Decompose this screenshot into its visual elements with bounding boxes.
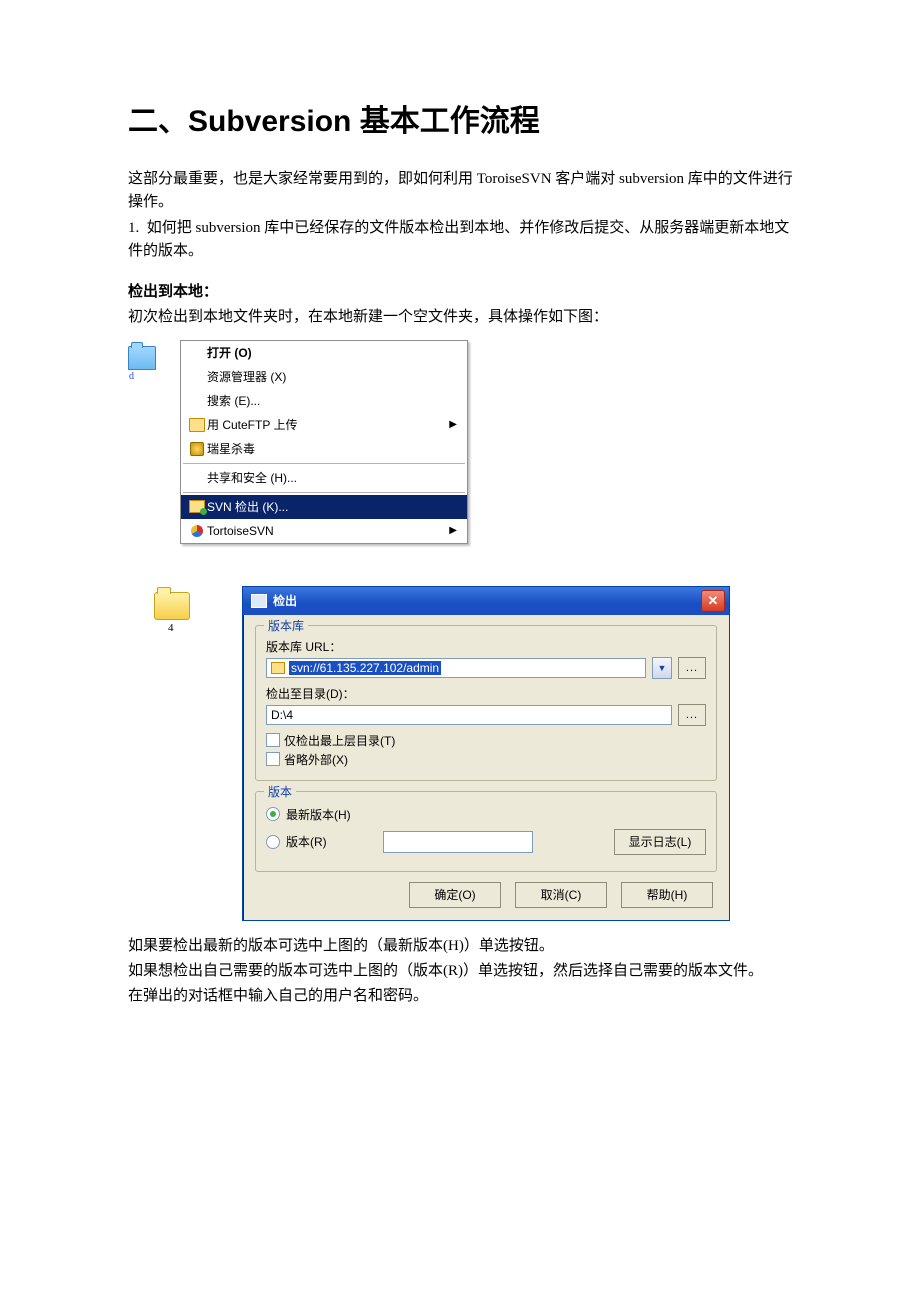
checkbox-externals-label: 省略外部(X) xyxy=(284,751,348,768)
revision-input[interactable] xyxy=(383,831,533,853)
dir-value: D:\4 xyxy=(271,708,293,722)
dialog-app-icon xyxy=(251,594,267,608)
menu-item-open[interactable]: 打开 (O) xyxy=(181,341,467,365)
close-icon: ✕ xyxy=(708,593,719,609)
menu-item-cuteftp-label: 用 CuteFTP 上传 xyxy=(207,416,297,433)
url-browse-button[interactable]: ... xyxy=(678,657,706,679)
menu-item-tortoisesvn-label: TortoiseSVN xyxy=(207,524,274,538)
url-dropdown-button[interactable]: ▼ xyxy=(652,657,672,679)
dialog-button-row: 确定(O) 取消(C) 帮助(H) xyxy=(255,882,717,908)
after-paragraph-3: 在弹出的对话框中输入自己的用户名和密码。 xyxy=(128,985,800,1008)
list-number: 1. xyxy=(128,220,139,236)
url-label: 版本库 URL： xyxy=(266,638,706,655)
folder-d-label: d xyxy=(129,371,134,382)
tortoisesvn-icon xyxy=(191,525,203,537)
section-checkout-title: 检出到本地： xyxy=(128,281,800,304)
show-log-button[interactable]: 显示日志(L) xyxy=(614,829,706,855)
page-heading: 二、Subversion 基本工作流程 xyxy=(128,96,800,140)
folder-4-label: 4 xyxy=(168,622,174,634)
menu-item-svn-checkout-label: SVN 检出 (K)... xyxy=(207,498,288,515)
url-combobox[interactable]: svn://61.135.227.102/admin xyxy=(266,658,646,678)
url-value: svn://61.135.227.102/admin xyxy=(289,661,441,675)
menu-separator xyxy=(183,463,465,464)
after-paragraph-2: 如果想检出自己需要的版本可选中上图的（版本(R)）单选按钮，然后选择自己需要的版… xyxy=(128,960,800,983)
rising-icon xyxy=(190,442,204,456)
intro-paragraph-2: 1. 如何把 subversion 库中已经保存的文件版本检出到本地、并作修改后… xyxy=(128,217,800,264)
menu-item-explorer[interactable]: 资源管理器 (X) xyxy=(181,365,467,389)
intro-2-text: 如何把 subversion 库中已经保存的文件版本检出到本地、并作修改后提交、… xyxy=(128,220,789,259)
menu-item-cuteftp[interactable]: 用 CuteFTP 上传 ▶ xyxy=(181,413,467,437)
menu-separator xyxy=(183,492,465,493)
submenu-arrow-icon: ▶ xyxy=(449,525,457,536)
dir-browse-button[interactable]: ... xyxy=(678,704,706,726)
radio-head-label: 最新版本(H) xyxy=(286,806,351,823)
menu-item-rising[interactable]: 瑞星杀毒 xyxy=(181,437,467,461)
checkout-dialog: 检出 ✕ 版本库 版本库 URL： svn://61.135.227.102/a… xyxy=(242,586,730,921)
radio-head-row[interactable]: 最新版本(H) xyxy=(266,806,706,823)
checkbox-toplevel[interactable] xyxy=(266,733,280,747)
checkbox-toplevel-label: 仅检出最上层目录(T) xyxy=(284,732,395,749)
cuteftp-icon xyxy=(189,418,205,432)
radio-revision-label: 版本(R) xyxy=(286,833,327,850)
folder-icon[interactable]: d xyxy=(128,346,156,370)
section-checkout-body: 初次检出到本地文件夹时，在本地新建一个空文件夹，具体操作如下图： xyxy=(128,306,800,329)
figure-checkout-dialog: 4 检出 ✕ 版本库 版本库 URL： xyxy=(128,586,800,921)
intro-paragraph-1: 这部分最重要，也是大家经常要用到的，即如何利用 ToroiseSVN 客户端对 … xyxy=(128,168,800,215)
group-revision-legend: 版本 xyxy=(264,783,296,800)
menu-item-share-label: 共享和安全 (H)... xyxy=(207,469,297,486)
menu-item-rising-label: 瑞星杀毒 xyxy=(207,440,255,457)
menu-item-open-label: 打开 (O) xyxy=(207,344,252,361)
dialog-titlebar[interactable]: 检出 ✕ xyxy=(243,587,729,615)
radio-head[interactable] xyxy=(266,807,280,821)
menu-item-tortoisesvn[interactable]: TortoiseSVN ▶ xyxy=(181,519,467,543)
close-button[interactable]: ✕ xyxy=(701,590,725,612)
group-repository-legend: 版本库 xyxy=(264,617,308,634)
dir-label: 检出至目录(D)： xyxy=(266,685,706,702)
svn-checkout-icon xyxy=(189,500,205,513)
after-paragraph-1: 如果要检出最新的版本可选中上图的（最新版本(H)）单选按钮。 xyxy=(128,935,800,958)
radio-revision-row[interactable]: 版本(R) 显示日志(L) xyxy=(266,829,706,855)
context-menu: 打开 (O) 资源管理器 (X) 搜索 (E)... 用 CuteFTP 上传 … xyxy=(180,340,468,544)
checkbox-externals[interactable] xyxy=(266,752,280,766)
menu-item-explorer-label: 资源管理器 (X) xyxy=(207,368,286,385)
group-revision: 版本 最新版本(H) 版本(R) 显示日志(L) xyxy=(255,791,717,872)
folder-mini-icon xyxy=(271,662,285,674)
figure-context-menu: d 打开 (O) 资源管理器 (X) 搜索 (E)... 用 CuteFTP 上… xyxy=(128,340,800,544)
menu-item-svn-checkout[interactable]: SVN 检出 (K)... xyxy=(181,495,467,519)
ok-button[interactable]: 确定(O) xyxy=(409,882,501,908)
checkbox-toplevel-row[interactable]: 仅检出最上层目录(T) xyxy=(266,732,706,749)
radio-revision[interactable] xyxy=(266,835,280,849)
menu-item-search-label: 搜索 (E)... xyxy=(207,392,260,409)
dialog-title: 检出 xyxy=(273,592,297,609)
chevron-down-icon: ▼ xyxy=(658,663,667,673)
help-button[interactable]: 帮助(H) xyxy=(621,882,713,908)
cancel-button[interactable]: 取消(C) xyxy=(515,882,607,908)
menu-item-search[interactable]: 搜索 (E)... xyxy=(181,389,467,413)
folder-4-icon[interactable]: 4 xyxy=(154,592,190,620)
menu-item-share[interactable]: 共享和安全 (H)... xyxy=(181,466,467,490)
checkbox-externals-row[interactable]: 省略外部(X) xyxy=(266,751,706,768)
submenu-arrow-icon: ▶ xyxy=(449,419,457,430)
dir-textbox[interactable]: D:\4 xyxy=(266,705,672,725)
group-repository: 版本库 版本库 URL： svn://61.135.227.102/admin … xyxy=(255,625,717,781)
